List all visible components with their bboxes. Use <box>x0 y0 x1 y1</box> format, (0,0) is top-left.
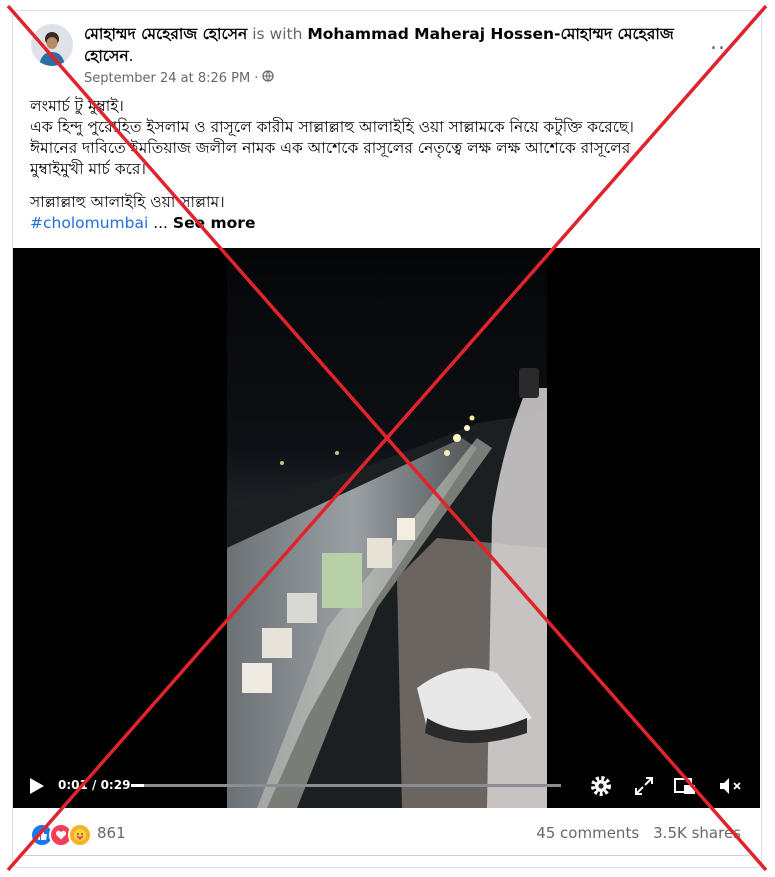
picture-in-picture-icon[interactable] <box>672 773 698 799</box>
shares-count[interactable]: 3.5K shares <box>653 824 741 842</box>
globe-icon <box>262 70 275 86</box>
post-salutation: সাল্লাল্লাহু আলাইহি ওয়া সাল্লাম। <box>30 193 225 211</box>
post-stats: 45 comments 3.5K shares <box>536 824 741 842</box>
tagged-suffix: . <box>128 47 134 65</box>
care-icon <box>68 823 92 847</box>
post-line: ঈমানের দাবিতে ইমতিয়াজ জলীল নামক এক আশেক… <box>30 139 631 157</box>
video-time: 0:01 / 0:29 <box>58 778 131 792</box>
meta-separator: · <box>254 70 259 86</box>
footer-divider <box>24 855 750 856</box>
reaction-count[interactable]: 861 <box>97 824 126 842</box>
post-line: এক হিন্দু পুরোহিত ইসলাম ও রাসূলে কারীম স… <box>30 118 634 136</box>
ellipsis: ... <box>148 214 173 232</box>
mute-icon[interactable] <box>716 773 742 799</box>
video-frame <box>227 248 547 808</box>
post-line: লংমার্চ টু মুম্বাই। <box>30 97 124 115</box>
play-icon[interactable] <box>30 778 44 794</box>
post-line: মুম্বাইমুখী মার্চ করে। <box>30 160 146 178</box>
more-options-icon[interactable]: ... <box>710 30 734 55</box>
with-text: is with <box>252 25 303 43</box>
reaction-icons[interactable] <box>30 823 92 847</box>
see-more-link[interactable]: See more <box>173 214 256 232</box>
fullscreen-icon[interactable] <box>631 773 657 799</box>
timestamp[interactable]: September 24 at 8:26 PM <box>84 71 250 86</box>
post-header: মোহাম্মদ মেহেরাজ হোসেন is with Mohammad … <box>84 23 684 67</box>
author-name[interactable]: মোহাম্মদ মেহেরাজ হোসেন <box>84 25 247 43</box>
video-progress-bar[interactable] <box>131 784 561 787</box>
avatar[interactable] <box>31 24 73 66</box>
hashtag-link[interactable]: #cholomumbai <box>30 214 148 232</box>
comments-count[interactable]: 45 comments <box>536 824 639 842</box>
settings-icon[interactable] <box>588 773 614 799</box>
post-meta: September 24 at 8:26 PM · <box>84 70 275 86</box>
video-progress-fill <box>131 784 144 787</box>
post-text: লংমার্চ টু মুম্বাই। এক হিন্দু পুরোহিত ইস… <box>30 96 745 234</box>
